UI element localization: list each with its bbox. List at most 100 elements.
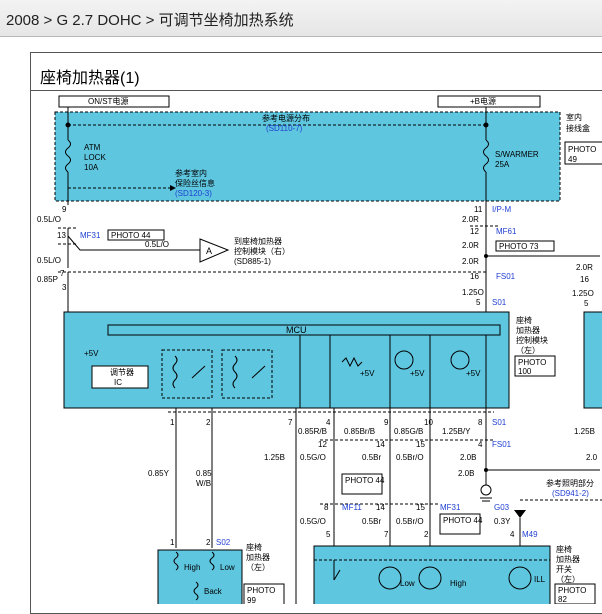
- plus5v-label: +5V: [466, 369, 481, 378]
- pin-label: 12: [318, 440, 327, 449]
- pin-label: 5: [584, 299, 589, 308]
- wire-label: W/B: [196, 479, 211, 488]
- connector-s02: S02: [216, 538, 231, 547]
- junction-label-2: 接线盒: [566, 123, 590, 133]
- switch-label-1: 座椅: [556, 544, 572, 554]
- connector-ipm: I/P-M: [492, 205, 511, 214]
- switch-lamp-low: [378, 566, 402, 590]
- switch-photo-num: 82: [558, 595, 567, 604]
- pin-label: 16: [580, 275, 589, 284]
- pin-label: 2: [424, 530, 429, 539]
- wire-label: 0.5L/O: [37, 256, 61, 265]
- plus5v-label: +5V: [360, 369, 375, 378]
- connector-s01: S01: [492, 298, 507, 307]
- lighting-ref-1: 参考照明部分: [546, 478, 594, 488]
- wire-label: 1.25O: [462, 288, 484, 297]
- photo44-label-2: PHOTO 44: [345, 476, 385, 485]
- pin-label: 9: [384, 418, 389, 427]
- lighting-ref-2: (SD941-2): [552, 489, 589, 498]
- control-module-right-edge: [583, 311, 602, 409]
- regulator-label-1: 调节器: [110, 368, 134, 377]
- wire-label: 0.5G/O: [300, 517, 326, 526]
- junction-label-1: 室内: [566, 112, 582, 122]
- connector-fs01-lower: FS01: [492, 440, 512, 449]
- wire-label: 1.25B/Y: [442, 427, 471, 436]
- transistor-2: [450, 350, 470, 370]
- regulator-label-2: IC: [114, 378, 122, 387]
- ref-prot-1: 参考室内: [175, 168, 207, 178]
- pin-label: 13: [57, 231, 66, 240]
- pin-label: 4: [478, 440, 483, 449]
- wire-label: 0.5L/O: [145, 240, 169, 249]
- switch-low-label: Low: [400, 579, 415, 588]
- ground-g03: [480, 484, 492, 496]
- on-st-power-label: ON/ST电源: [88, 96, 128, 106]
- wire-label: 1.25B: [264, 453, 285, 462]
- seat-heater: [157, 549, 243, 604]
- atm-fuse-2: LOCK: [84, 153, 106, 162]
- module-label-2: 加热器: [516, 325, 540, 335]
- wire-label: 0.3Y: [494, 517, 511, 526]
- connector-fs01: FS01: [496, 272, 516, 281]
- wire-label: 0.85Br/B: [344, 427, 375, 436]
- junction-photo: PHOTO: [568, 145, 596, 154]
- wire-label: 2.0: [586, 453, 598, 462]
- wiring-diagram: ON/ST电源 +B电源 参考电源分布 (SD110-7) ATM LOCK 1…: [37, 95, 602, 604]
- photo44-label: PHOTO 44: [111, 231, 151, 240]
- pin-label: 10: [424, 418, 433, 427]
- module-label-1: 座椅: [516, 315, 532, 325]
- atm-fuse-3: 10A: [84, 163, 99, 172]
- heater-high-label: High: [184, 563, 200, 572]
- switch-label-2: 加热器: [556, 554, 580, 564]
- switch-lamp-ill: [508, 566, 532, 590]
- pin-label: 15: [416, 440, 425, 449]
- wire-label: 0.5G/O: [300, 453, 326, 462]
- pin-label: 12: [470, 227, 479, 236]
- photo73-label: PHOTO 73: [499, 242, 539, 251]
- warmer-fuse-2: 25A: [495, 160, 510, 169]
- pin-label: 8: [478, 418, 483, 427]
- heater-low-label: Low: [220, 563, 235, 572]
- wire-label: 0.85Y: [148, 469, 170, 478]
- pin-label: 14: [376, 503, 385, 512]
- wire-label: 2.0B: [460, 453, 476, 462]
- goto-right-1: 到座椅加热器: [234, 236, 282, 246]
- pin-label: 4: [326, 418, 331, 427]
- pin-label: 7: [288, 418, 293, 427]
- ref-dist-label: 参考电源分布: [262, 113, 310, 123]
- pin-label: 2: [206, 538, 211, 547]
- pin-label: 11: [474, 205, 483, 214]
- atm-fuse-1: ATM: [84, 143, 101, 152]
- plus5v-label: +5V: [410, 369, 425, 378]
- pin-label: 16: [470, 272, 479, 281]
- module-photo: PHOTO: [518, 358, 546, 367]
- module-label-4: （左）: [516, 345, 540, 355]
- connector-g03: G03: [494, 503, 510, 512]
- warmer-fuse-1: S/WARMER: [495, 150, 539, 159]
- wire-label: 0.85P: [37, 275, 58, 284]
- wire-label: 1.25B: [574, 427, 595, 436]
- switch-label-3: 开关: [556, 564, 572, 574]
- pin-label: 4: [510, 530, 515, 539]
- wire-label: 2.0R: [576, 263, 593, 272]
- wire-label: 2.0B: [458, 469, 474, 478]
- b-plus-power-label: +B电源: [470, 96, 496, 106]
- wire-label: 0.85: [196, 469, 212, 478]
- goto-right-2: 控制模块（右）: [234, 246, 290, 256]
- wire-label: 1.25O: [572, 289, 594, 298]
- pin-label: 7: [384, 530, 389, 539]
- wire-label: 0.85G/B: [394, 427, 423, 436]
- switch-lamp-high: [418, 566, 442, 590]
- heater-photo: PHOTO: [247, 586, 275, 595]
- goto-right-3: (SD885-1): [234, 257, 271, 266]
- wire-label: 2.0R: [462, 241, 479, 250]
- pin-label: 9: [62, 205, 67, 214]
- connector-m49: M49: [522, 530, 538, 539]
- pin-label: 8: [324, 503, 329, 512]
- wire-label: 0.5Br/O: [396, 453, 424, 462]
- ref-dist-code: (SD110-7): [266, 124, 303, 133]
- pin-label: 5: [326, 530, 331, 539]
- plus5v-label: +5V: [84, 349, 99, 358]
- switch-photo: PHOTO: [558, 586, 586, 595]
- wire-label: 0.85R/B: [298, 427, 327, 436]
